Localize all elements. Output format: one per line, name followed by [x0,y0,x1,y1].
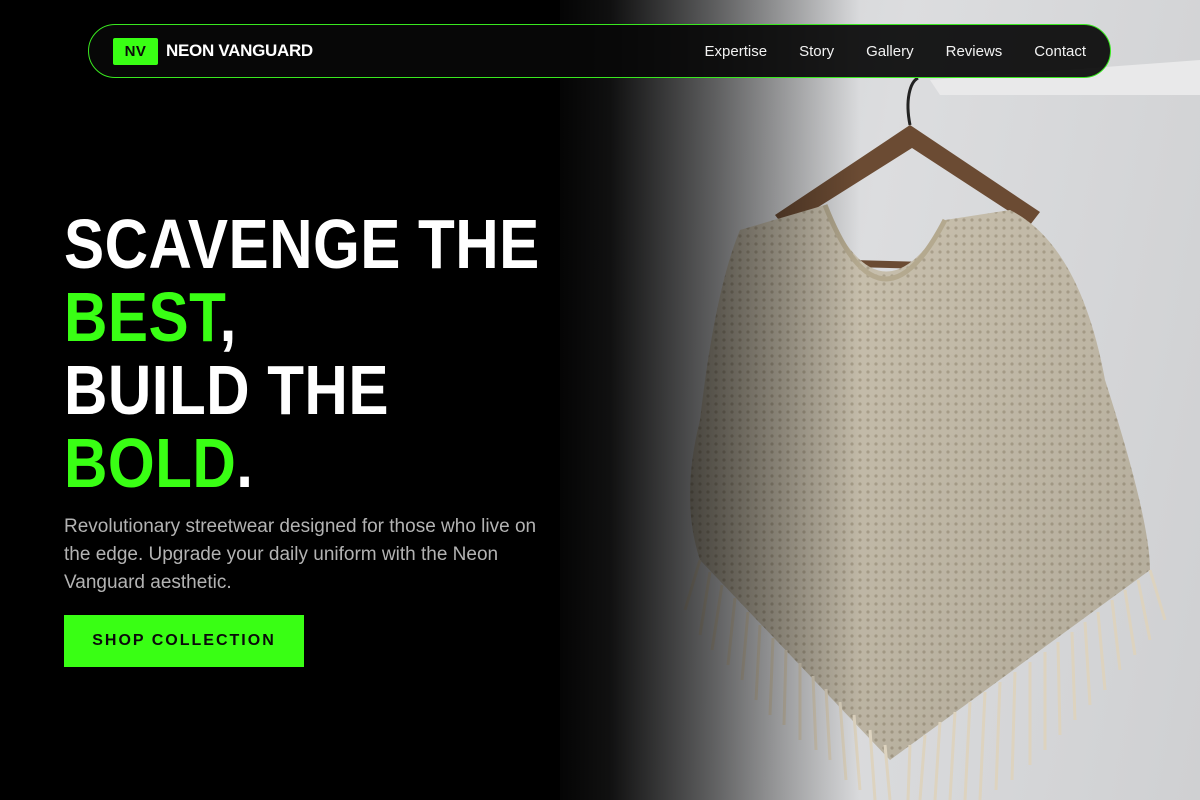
headline-line-1: SCAVENGE THE [64,205,540,283]
logo-badge[interactable]: NV [113,37,158,65]
headline-period: . [236,424,254,502]
nav-link-story[interactable]: Story [799,43,834,60]
headline-comma: , [219,278,237,356]
nav-link-expertise[interactable]: Expertise [705,43,768,60]
image-fade-overlay [540,0,860,800]
hero-description: Revolutionary streetwear designed for th… [64,516,537,593]
shop-collection-button[interactable]: SHOP COLLECTION [64,615,304,667]
headline-line-3: BUILD THE [64,351,389,429]
nav-link-gallery[interactable]: Gallery [866,43,914,60]
brand-name[interactable]: NEON VANGUARD [166,41,313,61]
hero-headline: SCAVENGE THE BEST, BUILD THE BOLD. [64,208,546,500]
nav-links: Expertise Story Gallery Reviews Contact [705,43,1086,60]
headline-accent-bold: BOLD [64,424,237,502]
nav-link-contact[interactable]: Contact [1034,43,1086,60]
nav-link-reviews[interactable]: Reviews [946,43,1003,60]
headline-line-4: BOLD. [64,427,546,500]
top-nav: NV NEON VANGUARD Expertise Story Gallery… [88,24,1111,78]
headline-line-2: BEST, [64,281,546,354]
headline-accent-best: BEST [64,278,220,356]
